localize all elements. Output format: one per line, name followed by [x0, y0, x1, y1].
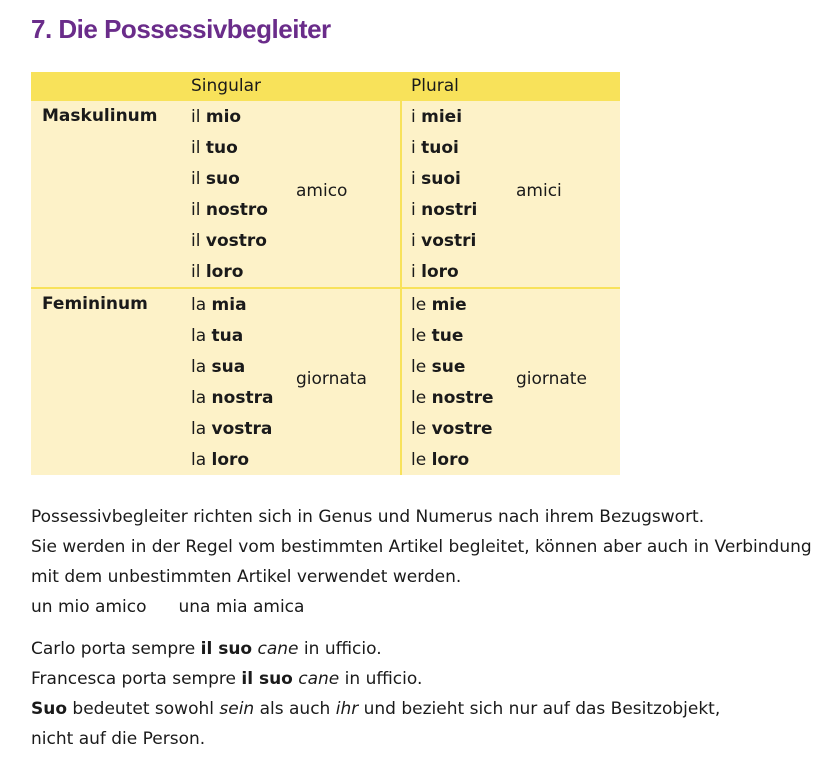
plural-noun: amici	[516, 181, 562, 201]
explanation-line: Sie werden in der Regel vom bestimmten A…	[31, 537, 812, 557]
example-sentence-carlo: Carlo porta sempre il suo cane in uffici…	[31, 639, 382, 659]
singular-noun: giornata	[296, 369, 367, 389]
list-item: la tua	[191, 326, 244, 346]
header-plural: Plural	[411, 76, 459, 96]
group-label: Maskulinum	[42, 106, 158, 126]
explanation-line: mit dem unbestimmten Artikel verwendet w…	[31, 567, 462, 587]
list-item: i suoi	[411, 169, 461, 189]
example-masculine: un mio amico	[31, 597, 147, 617]
example-paragraph: Carlo porta sempre il suo cane in uffici…	[31, 634, 720, 754]
list-item: le nostre	[411, 388, 494, 408]
list-item: le vostre	[411, 419, 493, 439]
list-item: i tuoi	[411, 138, 459, 158]
example-sentence-francesca: Francesca porta sempre il suo cane in uf…	[31, 669, 423, 689]
plural-noun: giornate	[516, 369, 587, 389]
list-item: i miei	[411, 107, 463, 127]
list-item: i nostri	[411, 200, 478, 220]
list-item: la sua	[191, 357, 246, 377]
note-line: nicht auf die Person.	[31, 729, 206, 749]
list-item: le tue	[411, 326, 464, 346]
group-label: Femininum	[42, 294, 148, 314]
explanation-paragraph: Possessivbegleiter richten sich in Genus…	[31, 502, 812, 622]
singular-noun: amico	[296, 181, 348, 201]
group-masculine: Maskulinum il mio il tuo il suo il nostr…	[31, 101, 620, 287]
plural-list: i miei i tuoi i suoi i nostri i vostri i…	[411, 106, 477, 292]
list-item: le sue	[411, 357, 466, 377]
list-item: il tuo	[191, 138, 238, 158]
list-item: il suo	[191, 169, 240, 189]
list-item: il mio	[191, 107, 242, 127]
plural-list: le mie le tue le sue le nostre le vostre…	[411, 294, 494, 480]
list-item: i vostri	[411, 231, 477, 251]
list-item: le mie	[411, 295, 467, 315]
example-feminine: una mia amica	[178, 597, 305, 617]
explanation-line: Possessivbegleiter richten sich in Genus…	[31, 507, 705, 527]
list-item: la nostra	[191, 388, 274, 408]
table-header: Singular Plural	[31, 72, 620, 101]
list-item: la mia	[191, 295, 247, 315]
singular-list: la mia la tua la sua la nostra la vostra…	[191, 294, 273, 480]
section-title: 7. Die Possessivbegleiter	[31, 14, 331, 44]
note-line: Suo bedeutet sowohl sein als auch ihr un…	[31, 699, 721, 719]
singular-list: il mio il tuo il suo il nostro il vostro…	[191, 106, 268, 292]
header-singular: Singular	[191, 76, 261, 96]
group-feminine: Femininum la mia la tua la sua la nostra…	[31, 287, 620, 475]
list-item: la loro	[191, 450, 250, 470]
possessive-table: Singular Plural Maskulinum il mio il tuo…	[31, 72, 620, 475]
indefinite-examples: un mio amico una mia amica	[31, 592, 812, 622]
list-item: la vostra	[191, 419, 273, 439]
list-item: il vostro	[191, 231, 267, 251]
list-item: le loro	[411, 450, 470, 470]
list-item: il nostro	[191, 200, 268, 220]
